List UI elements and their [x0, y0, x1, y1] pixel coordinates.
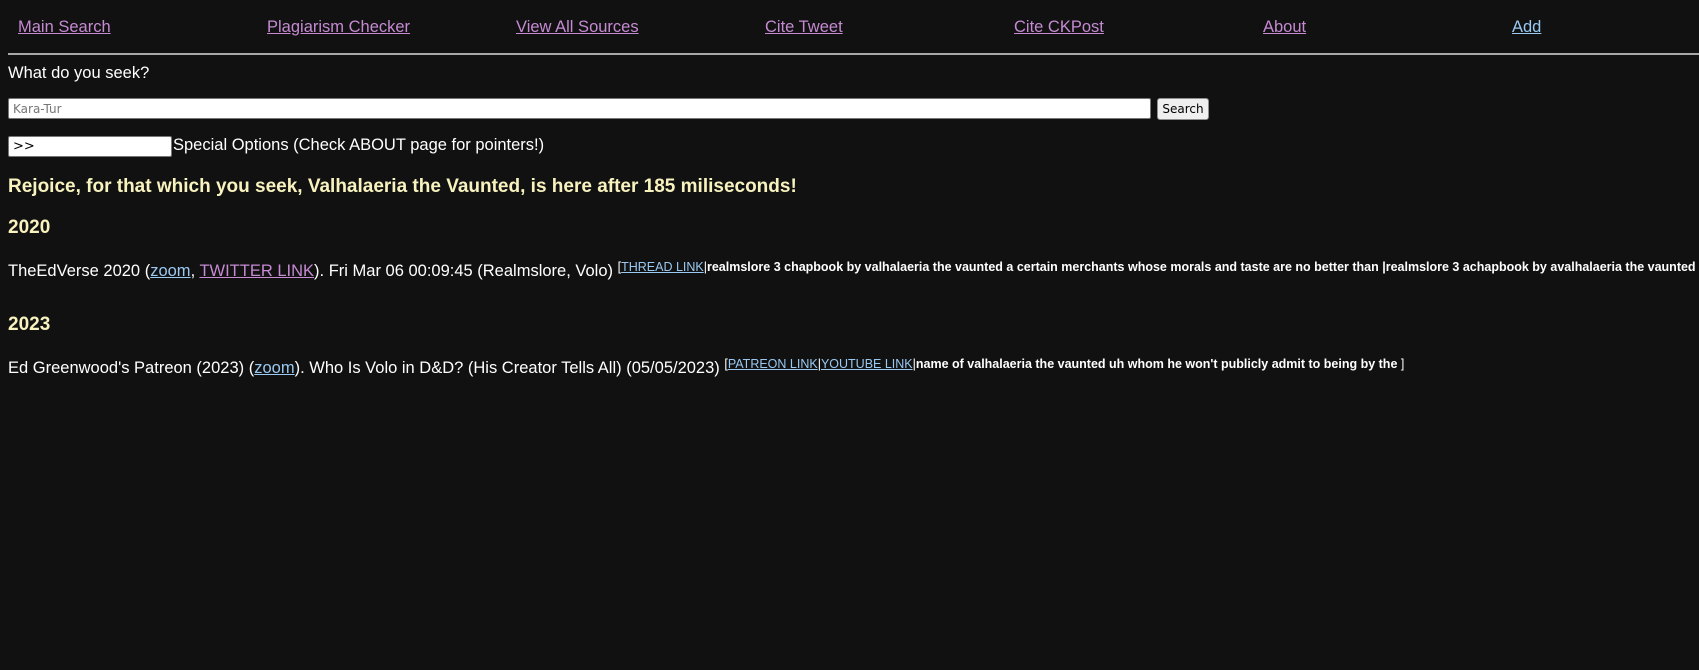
result-source: TheEdVerse 2020 — [8, 262, 141, 280]
result-entry: Ed Greenwood's Patreon (2023) (zoom). Wh… — [8, 357, 1405, 377]
nav-cite-ckpost-link[interactable]: Cite CKPost — [1014, 18, 1104, 37]
thread-link[interactable]: THREAD LINK — [621, 260, 704, 274]
special-options-input[interactable] — [8, 136, 172, 157]
nav-add-link[interactable]: Add — [1512, 18, 1541, 37]
nav-main-search-link[interactable]: Main Search — [18, 18, 111, 37]
patreon-link[interactable]: PATREON LINK — [728, 357, 818, 371]
result-snippet-block: [PATREON LINK|YOUTUBE LINK|name of valha… — [724, 357, 1405, 371]
result-source: Ed Greenwood's Patreon (2023) — [8, 359, 245, 377]
zoom-link[interactable]: zoom — [254, 359, 294, 377]
search-input[interactable] — [8, 98, 1151, 119]
page: Main Search Plagiarism Checker View All … — [0, 0, 1699, 670]
result-snippet: name of valhalaeria the vaunted uh whom … — [915, 357, 1401, 371]
nav-about-link[interactable]: About — [1263, 18, 1306, 37]
search-prompt: What do you seek? — [8, 64, 150, 82]
result-entry: TheEdVerse 2020 (zoom, TWITTER LINK). Fr… — [8, 260, 1699, 281]
youtube-link[interactable]: YOUTUBE LINK — [821, 357, 913, 371]
result-detail: . Fri Mar 06 00:09:45 (Realmslore, Volo) — [319, 262, 613, 280]
result-snippet-block: [THREAD LINK|realmslore 3 chapbook by va… — [617, 260, 1699, 274]
search-button[interactable]: Search — [1157, 98, 1209, 120]
top-nav: Main Search Plagiarism Checker View All … — [0, 0, 1699, 54]
nav-divider — [8, 53, 1699, 55]
nav-cite-tweet-link[interactable]: Cite Tweet — [765, 18, 843, 37]
result-detail: . Who Is Volo in D&D? (His Creator Tells… — [300, 359, 720, 377]
year-heading: 2023 — [8, 314, 51, 335]
twitter-link[interactable]: TWITTER LINK — [199, 262, 314, 280]
year-heading: 2020 — [8, 217, 51, 238]
result-banner: Rejoice, for that which you seek, Valhal… — [8, 176, 797, 197]
nav-view-all-sources-link[interactable]: View All Sources — [516, 18, 639, 37]
result-snippet: realmslore 3 chapbook by valhalaeria the… — [706, 260, 1699, 274]
nav-plagiarism-checker-link[interactable]: Plagiarism Checker — [267, 18, 410, 37]
special-options-label: Special Options (Check ABOUT page for po… — [173, 136, 545, 154]
zoom-link[interactable]: zoom — [150, 262, 190, 280]
